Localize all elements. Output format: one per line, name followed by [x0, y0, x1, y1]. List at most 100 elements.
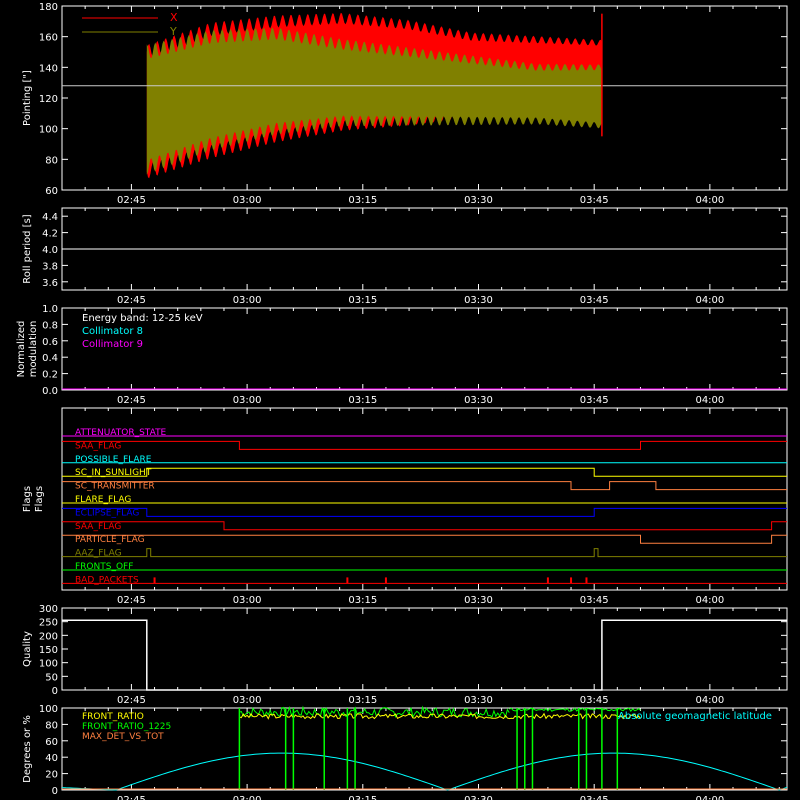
- x-tick-label: 04:00: [695, 195, 724, 206]
- y-tick-label: 60: [45, 186, 58, 197]
- x-tick-label: 02:45: [117, 195, 146, 206]
- y-axis-label: Flags: [22, 486, 33, 512]
- y-tick-label: 0: [52, 786, 58, 797]
- x-tick-label: 03:15: [348, 695, 377, 706]
- y-tick-label: 20: [45, 770, 58, 781]
- y-tick-label: 50: [45, 672, 58, 683]
- x-tick-label: 03:30: [464, 295, 493, 306]
- x-tick-label: 02:45: [117, 595, 146, 606]
- y-tick-label: 150: [39, 645, 58, 656]
- flag-step-line: [62, 467, 787, 477]
- x-tick-label: 03:15: [348, 795, 377, 800]
- y-tick-label: 250: [39, 618, 58, 629]
- x-tick-label: 02:45: [117, 295, 146, 306]
- roll-period-panel: 02:45 03:00 03:15 03:30 03:45 04:00 3.6 3.8 4.0 4…: [22, 207, 788, 306]
- y-tick-label: 40: [45, 753, 58, 764]
- flags-panel: 02:45 03:00 03:15 03:30 03:45 04:00FlagsATTEN…: [22, 407, 788, 606]
- y-tick-label: 0.0: [42, 386, 58, 397]
- x-tick-label: 04:00: [695, 395, 724, 406]
- y-tick-label: 100: [39, 125, 58, 136]
- x-tick-label: 03:45: [580, 695, 609, 706]
- x-tick-label: 03:00: [233, 295, 262, 306]
- flag-step-line: [62, 521, 787, 531]
- x-tick-label: 04:00: [695, 695, 724, 706]
- y-tick-label: 3.8: [42, 261, 58, 272]
- flag-step-line: [62, 481, 787, 491]
- modulation-panel: 02:45 03:00 03:15 03:30 03:45 04:00 0.0 0.2 0.4 0…: [16, 304, 788, 406]
- legend-title: Energy band: 12-25 keV: [82, 313, 203, 324]
- flag-label: PARTICLE_FLAG: [75, 535, 145, 545]
- y-tick-label: 1.0: [42, 304, 58, 315]
- x-tick-label: 04:00: [695, 795, 724, 800]
- x-tick-label: 04:00: [695, 295, 724, 306]
- y-tick-label: 80: [45, 155, 58, 166]
- y-axis-label: Roll period [s]: [22, 214, 33, 283]
- quality-line: [62, 619, 787, 691]
- x-tick-label: 03:00: [233, 195, 262, 206]
- y-tick-label: 3.6: [42, 278, 58, 289]
- x-tick-label: 04:00: [695, 595, 724, 606]
- x-tick-label: 03:45: [580, 795, 609, 800]
- x-tick-label: 03:00: [233, 695, 262, 706]
- y-tick-label: 0.8: [42, 320, 58, 331]
- flag-step-line: [62, 534, 787, 544]
- y-tick-label: 60: [45, 737, 58, 748]
- flag-label: ECLIPSE_FLAG: [75, 508, 139, 518]
- y-tick-label: 4.4: [42, 212, 58, 223]
- latitude-annotation: Absolute geomagnetic latitude: [618, 711, 772, 722]
- plot-frame: [61, 407, 788, 591]
- x-tick-label: 03:00: [233, 795, 262, 800]
- y-tick-label: 200: [39, 631, 58, 642]
- legend-label-max-det: MAX_DET_VS_TOT: [82, 732, 164, 742]
- quality-panel: 02:45 03:00 03:15 03:30 03:45 04:00 0 50 100 150 2…: [22, 604, 788, 706]
- plot-canvas: 02:45 03:00 03:15 03:30 03:45 04:00 60 80 100 120…: [16, 2, 788, 800]
- x-tick-label: 03:30: [464, 395, 493, 406]
- flag-step-line: [62, 548, 787, 558]
- y-tick-label: 180: [39, 2, 58, 13]
- pointing-panel: 02:45 03:00 03:15 03:30 03:45 04:00 60 80 100 120…: [22, 2, 788, 206]
- y-tick-label: 100: [39, 704, 58, 715]
- y-tick-label: 4.2: [42, 229, 58, 240]
- y-axis-label: Quality: [22, 631, 33, 667]
- y-tick-label: 80: [45, 720, 58, 731]
- flag-label: SC_TRANSMITTER: [75, 482, 155, 492]
- y-tick-label: 0.4: [42, 353, 58, 364]
- y-tick-label: 4.0: [42, 245, 58, 256]
- x-tick-label: 03:45: [580, 395, 609, 406]
- x-tick-label: 03:45: [580, 295, 609, 306]
- flag-step-line: [62, 507, 787, 517]
- y-tick-label: 100: [39, 659, 58, 670]
- x-tick-label: 03:30: [464, 695, 493, 706]
- y-tick-label: 120: [39, 94, 58, 105]
- x-tick-label: 02:45: [117, 395, 146, 406]
- x-tick-label: 02:45: [117, 695, 146, 706]
- y-axis-label: Flags: [34, 486, 45, 512]
- x-tick-label: 03:30: [464, 195, 493, 206]
- x-tick-label: 03:00: [233, 595, 262, 606]
- x-tick-label: 03:30: [464, 595, 493, 606]
- y-axis-label: Degrees or %: [22, 715, 33, 783]
- x-tick-label: 02:45: [117, 795, 146, 800]
- y-tick-label: 160: [39, 33, 58, 44]
- legend-label-collimator-9: Collimator 9: [82, 339, 143, 350]
- x-tick-label: 03:45: [580, 595, 609, 606]
- y-axis-label: Normalized: [16, 321, 27, 378]
- x-tick-label: 03:45: [580, 195, 609, 206]
- y-tick-label: 0: [52, 686, 58, 697]
- legend-label-y: Y: [169, 25, 177, 38]
- ratio-latitude-panel: 02:45 03:00 03:15 03:30 03:45 04:00 0 20 40 60 80 1…: [22, 704, 788, 800]
- x-tick-label: 03:00: [233, 395, 262, 406]
- legend-label-collimator-8: Collimator 8: [82, 326, 143, 337]
- legend-label-front-ratio-1225: FRONT_RATIO_1225: [82, 722, 171, 732]
- y-axis-label: Pointing ["]: [22, 70, 33, 126]
- y-tick-label: 0.2: [42, 370, 58, 381]
- x-tick-label: 03:15: [348, 395, 377, 406]
- y-tick-label: 140: [39, 63, 58, 74]
- y-tick-label: 0.6: [42, 337, 58, 348]
- legend-label-front-ratio: FRONT_RATIO: [82, 712, 144, 722]
- latitude-curve: [61, 752, 788, 791]
- x-tick-label: 03:15: [348, 295, 377, 306]
- flag-step-line: [62, 440, 787, 450]
- y-axis-label: modulation: [28, 321, 39, 378]
- flag-label: SAA_FLAG: [75, 441, 121, 451]
